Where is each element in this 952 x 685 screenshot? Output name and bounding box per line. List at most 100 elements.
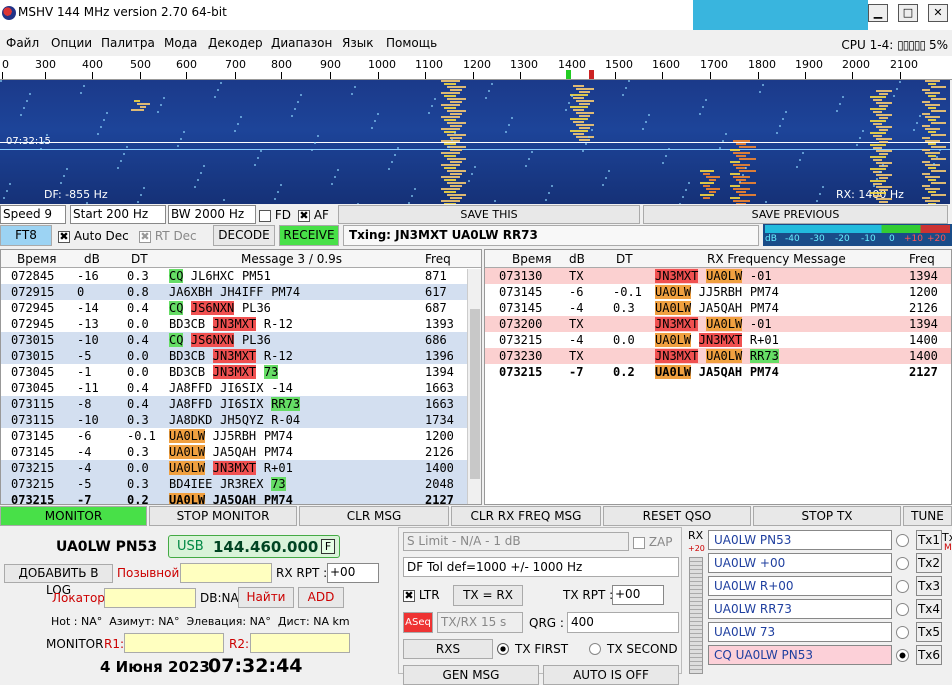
col-freq[interactable]: Freq bbox=[909, 252, 935, 266]
gen-msg-button[interactable]: GEN MSG bbox=[403, 665, 539, 685]
add-button[interactable]: ADD bbox=[298, 587, 344, 608]
auto-dec-checkbox[interactable]: ✖ bbox=[58, 230, 70, 243]
stop-monitor-button[interactable]: STOP MONITOR bbox=[149, 506, 297, 526]
table-row[interactable]: 072845 -16 0.3 871 CQ JL6HXC PM51 bbox=[1, 268, 481, 284]
r1-input[interactable] bbox=[124, 633, 224, 653]
tx-select-radio[interactable] bbox=[896, 649, 909, 662]
table-row[interactable]: 072915 0 0.8 617 JA6XBH JH4IFF PM74 bbox=[1, 284, 481, 300]
decode-table[interactable]: Время dB DT Message 3 / 0.9s Freq 072845… bbox=[0, 249, 482, 505]
tx-first-radio[interactable] bbox=[497, 643, 509, 655]
col-time[interactable]: Время bbox=[17, 252, 57, 266]
col-dt[interactable]: DT bbox=[131, 252, 148, 266]
table-row[interactable]: 072945 -13 0.0 1393 BD3CB JN3MXT R-12 bbox=[1, 316, 481, 332]
clr-msg-button[interactable]: CLR MSG bbox=[299, 506, 449, 526]
waterfall-display[interactable]: 07:32:15 DF: -855 Hz RX: 1400 Hz bbox=[0, 80, 950, 204]
col-freq[interactable]: Freq bbox=[425, 252, 451, 266]
rxs-button[interactable]: RXS bbox=[403, 639, 493, 659]
decode-table-scrollbar[interactable] bbox=[467, 269, 481, 504]
table-row[interactable]: 073045 -11 0.4 1663 JA8FFD JI6SIX -14 bbox=[1, 380, 481, 396]
zap-checkbox[interactable] bbox=[633, 536, 645, 549]
tx-message-field[interactable]: CQ UA0LW PN53 bbox=[708, 645, 892, 665]
mode-ft8-button[interactable]: FT8 bbox=[0, 225, 52, 246]
table-row[interactable]: 073045 -1 0.0 1394 BD3CB JN3MXT 73 bbox=[1, 364, 481, 380]
rx-tx-marker[interactable] bbox=[566, 70, 594, 79]
tx-message-field[interactable]: UA0LW +00 bbox=[708, 553, 892, 573]
tx-message-field[interactable]: UA0LW R+00 bbox=[708, 576, 892, 596]
add-to-log-button[interactable]: ДОБАВИТЬ В LOG bbox=[4, 564, 113, 597]
table-row[interactable]: 073215 -4 0.0 1400 UA0LW JN3MXT R+01 bbox=[485, 332, 951, 348]
maximize-button[interactable]: □ bbox=[898, 4, 918, 22]
tx-send-button[interactable]: Tx3 bbox=[916, 576, 942, 596]
tx-message-field[interactable]: UA0LW RR73 bbox=[708, 599, 892, 619]
af-checkbox[interactable]: ✖ bbox=[298, 209, 310, 222]
col-message[interactable]: Message 3 / 0.9s bbox=[241, 252, 342, 266]
callsign-input[interactable] bbox=[180, 563, 272, 583]
tx-message-field[interactable]: UA0LW PN53 bbox=[708, 530, 892, 550]
decode-button[interactable]: DECODE bbox=[213, 225, 275, 246]
table-row[interactable]: 073145 -4 0.3 2126 UA0LW JA5QAH PM74 bbox=[485, 300, 951, 316]
locator-input[interactable] bbox=[104, 588, 196, 608]
table-row[interactable]: 073215 -7 0.2 2127 UA0LW JA5QAH PM74 bbox=[1, 492, 481, 504]
col-time[interactable]: Время bbox=[512, 252, 552, 266]
menu-band[interactable]: Диапазон bbox=[271, 36, 332, 50]
menu-decoder[interactable]: Декодер bbox=[208, 36, 263, 50]
tx-send-button[interactable]: Tx2 bbox=[916, 553, 942, 573]
r2-input[interactable] bbox=[250, 633, 350, 653]
menu-palette[interactable]: Палитра bbox=[101, 36, 155, 50]
table-row[interactable]: 072945 -14 0.4 687 CQ JS6NXN PL36 bbox=[1, 300, 481, 316]
table-row[interactable]: 073115 -10 0.3 1734 JA8DKD JH5QYZ R-04 bbox=[1, 412, 481, 428]
table-row[interactable]: 073215 -4 0.0 1400 UA0LW JN3MXT R+01 bbox=[1, 460, 481, 476]
menu-help[interactable]: Помощь bbox=[386, 36, 437, 50]
menu-mode[interactable]: Мода bbox=[164, 36, 197, 50]
table-row[interactable]: 073145 -4 0.3 2126 UA0LW JA5QAH PM74 bbox=[1, 444, 481, 460]
table-row[interactable]: 073145 -6 -0.1 1200 UA0LW JJ5RBH PM74 bbox=[1, 428, 481, 444]
tx-select-radio[interactable] bbox=[896, 534, 909, 547]
monitor-button[interactable]: MONITOR bbox=[0, 506, 147, 526]
table-row[interactable]: 073215 -7 0.2 2127 UA0LW JA5QAH PM74 bbox=[485, 364, 951, 380]
f-button[interactable]: F bbox=[321, 539, 335, 554]
close-button[interactable]: ✕ bbox=[928, 4, 948, 22]
rx-frequency-table[interactable]: Время dB DT RX Frequency Message Freq 07… bbox=[484, 249, 952, 505]
qrg-input[interactable]: 400 bbox=[567, 612, 679, 633]
df-tol-spinbox[interactable]: DF Tol def=1000 +/- 1000 Hz bbox=[403, 557, 679, 577]
bw-spinbox[interactable]: BW 2000 Hz bbox=[168, 205, 256, 224]
tx-send-button[interactable]: Tx1 bbox=[916, 530, 942, 550]
tx-rx-period-spinbox[interactable]: TX/RX 15 s bbox=[437, 612, 523, 633]
auto-is-off-button[interactable]: AUTO IS OFF bbox=[543, 665, 679, 685]
tx-send-button[interactable]: Tx4 bbox=[916, 599, 942, 619]
ltr-checkbox[interactable]: ✖ bbox=[403, 589, 415, 602]
aseq-button[interactable]: ASeq bbox=[403, 612, 433, 633]
tx-rpt-spinbox[interactable]: +00 bbox=[612, 585, 664, 605]
start-spinbox[interactable]: Start 200 Hz bbox=[70, 205, 166, 224]
tx-select-radio[interactable] bbox=[896, 580, 909, 593]
fd-checkbox[interactable] bbox=[259, 209, 271, 222]
save-this-button[interactable]: SAVE THIS bbox=[338, 205, 640, 224]
speed-spinbox[interactable]: Speed 9 bbox=[0, 205, 66, 224]
scrollbar-thumb[interactable] bbox=[470, 309, 480, 479]
col-dt[interactable]: DT bbox=[616, 252, 633, 266]
tune-button[interactable]: TUNE bbox=[903, 506, 952, 526]
table-row[interactable]: 073115 -8 0.4 1663 JA8FFD JI6SIX RR73 bbox=[1, 396, 481, 412]
tx-rx-toggle[interactable]: TX = RX bbox=[453, 585, 523, 606]
col-db[interactable]: dB bbox=[84, 252, 100, 266]
table-row[interactable]: 073200 TX 1394 JN3MXT UA0LW -01 bbox=[485, 316, 951, 332]
menu-options[interactable]: Опции bbox=[51, 36, 92, 50]
tx-select-radio[interactable] bbox=[896, 603, 909, 616]
tx-select-radio[interactable] bbox=[896, 557, 909, 570]
table-row[interactable]: 073015 -10 0.4 686 CQ JS6NXN PL36 bbox=[1, 332, 481, 348]
tx-select-radio[interactable] bbox=[896, 626, 909, 639]
table-row[interactable]: 073215 -5 0.3 2048 BD4IEE JR3REX 73 bbox=[1, 476, 481, 492]
receive-button[interactable]: RECEIVE bbox=[279, 225, 339, 246]
minimize-button[interactable]: ▁ bbox=[868, 4, 888, 22]
save-previous-button[interactable]: SAVE PREVIOUS bbox=[643, 205, 948, 224]
menu-language[interactable]: Язык bbox=[342, 36, 373, 50]
tx-send-button[interactable]: Tx5 bbox=[916, 622, 942, 642]
tx-second-radio[interactable] bbox=[589, 643, 601, 655]
frequency-ruler[interactable]: 0 300 400 500 600 700 800 900 1000 1100 1200 1300 14… bbox=[0, 56, 952, 80]
find-button[interactable]: Найти bbox=[238, 587, 294, 608]
table-row[interactable]: 073015 -5 0.0 1396 BD3CB JN3MXT R-12 bbox=[1, 348, 481, 364]
clr-rx-freq-msg-button[interactable]: CLR RX FREQ MSG bbox=[451, 506, 601, 526]
stop-tx-button[interactable]: STOP TX bbox=[753, 506, 901, 526]
tx-message-field[interactable]: UA0LW 73 bbox=[708, 622, 892, 642]
frequency-display[interactable]: USB 144.460.000 F bbox=[168, 535, 340, 558]
